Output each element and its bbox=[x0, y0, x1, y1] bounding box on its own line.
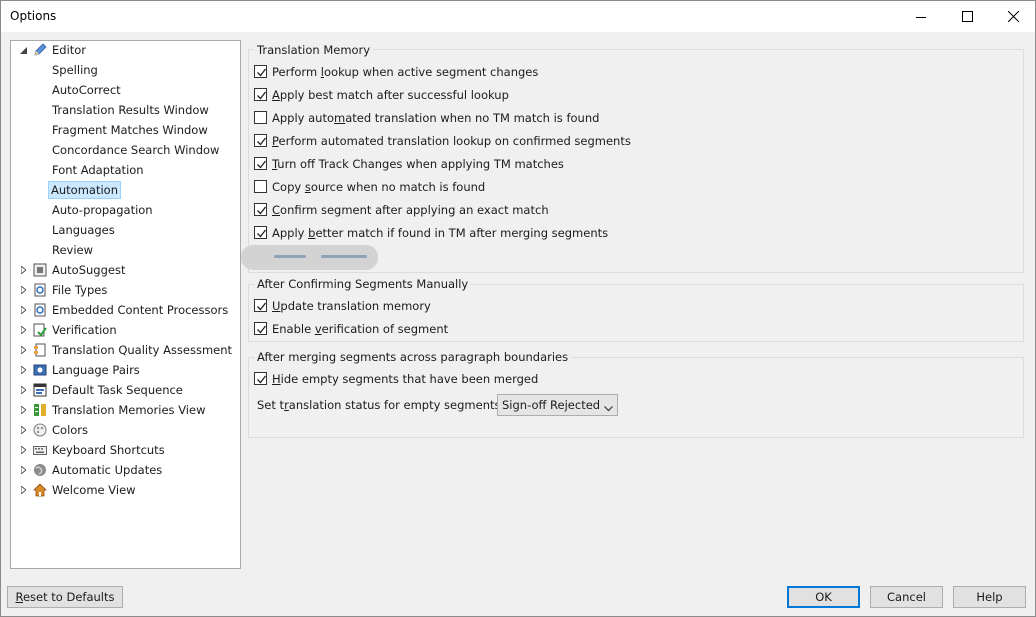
tree-label-editor: Editor bbox=[52, 43, 87, 57]
tree-node-keyboard-shortcuts[interactable]: Keyboard Shortcuts bbox=[11, 441, 240, 459]
reset-to-defaults-button[interactable]: Reset to Defaults bbox=[7, 586, 123, 608]
tree-node-embedded-content-processors[interactable]: Embedded Content Processors bbox=[11, 301, 240, 319]
minimize-icon bbox=[916, 16, 926, 18]
home-icon bbox=[33, 483, 47, 497]
close-icon bbox=[1007, 11, 1019, 22]
close-button[interactable] bbox=[990, 1, 1036, 32]
collapsed-arrow-icon[interactable] bbox=[19, 361, 27, 379]
tree-item-review[interactable]: Review bbox=[50, 241, 95, 259]
checkbox-unchecked[interactable] bbox=[254, 111, 267, 124]
redacted-blur bbox=[241, 245, 378, 270]
checkbox-checked[interactable] bbox=[254, 226, 267, 239]
tree-node-welcome-view[interactable]: Welcome View bbox=[11, 481, 240, 499]
verification-icon bbox=[33, 323, 47, 337]
checkbox-checked[interactable] bbox=[254, 203, 267, 216]
tree-node-default-task-sequence[interactable]: Default Task Sequence bbox=[11, 381, 240, 399]
collapsed-arrow-icon[interactable] bbox=[19, 421, 27, 439]
autosuggest-icon bbox=[33, 263, 47, 277]
tree-node-automatic-updates[interactable]: Automatic Updates bbox=[11, 461, 240, 479]
checkbox-checked[interactable] bbox=[254, 157, 267, 170]
collapsed-arrow-icon[interactable] bbox=[19, 321, 27, 339]
cancel-button[interactable]: Cancel bbox=[870, 586, 943, 608]
tree-node-autosuggest[interactable]: AutoSuggest bbox=[11, 261, 240, 279]
expanded-arrow-icon[interactable] bbox=[19, 41, 27, 59]
after-merging-title: After merging segments across paragraph … bbox=[254, 350, 572, 364]
checkbox-checked[interactable] bbox=[254, 88, 267, 101]
options-tree[interactable]: Editor Spelling AutoCorrect Translation … bbox=[10, 40, 241, 569]
status-select[interactable]: Sign-off Rejected bbox=[497, 394, 618, 416]
minimize-button[interactable] bbox=[898, 1, 944, 32]
tree-item-spelling[interactable]: Spelling bbox=[50, 61, 100, 79]
checkbox-checked[interactable] bbox=[254, 372, 267, 385]
palette-icon bbox=[33, 423, 47, 437]
tree-node-language-pairs[interactable]: Language Pairs bbox=[11, 361, 240, 379]
keyboard-icon bbox=[33, 443, 47, 457]
tree-node-editor[interactable]: Editor bbox=[11, 41, 240, 59]
collapsed-arrow-icon[interactable] bbox=[19, 281, 27, 299]
collapsed-arrow-icon[interactable] bbox=[19, 341, 27, 359]
tree-node-translation-quality-assessment[interactable]: Translation Quality Assessment bbox=[11, 341, 240, 359]
tree-node-verification[interactable]: Verification bbox=[11, 321, 240, 339]
collapsed-arrow-icon[interactable] bbox=[19, 381, 27, 399]
checkbox-checked[interactable] bbox=[254, 134, 267, 147]
language-pairs-icon bbox=[33, 363, 47, 377]
checkbox-checked[interactable] bbox=[254, 322, 267, 335]
checkbox-unchecked[interactable] bbox=[254, 180, 267, 193]
ok-button[interactable]: OK bbox=[787, 586, 860, 608]
embedded-content-icon bbox=[33, 303, 47, 317]
options-dialog: Options Editor Spelling AutoCorrect Tran… bbox=[0, 0, 1036, 617]
window-title: Options bbox=[10, 9, 57, 23]
collapsed-arrow-icon[interactable] bbox=[19, 401, 27, 419]
collapsed-arrow-icon[interactable] bbox=[19, 301, 27, 319]
tree-item-font-adaptation[interactable]: Font Adaptation bbox=[50, 161, 146, 179]
translation-memories-icon bbox=[33, 403, 47, 417]
quality-assessment-icon bbox=[33, 343, 47, 357]
title-bar: Options bbox=[1, 1, 1035, 32]
translation-memory-title: Translation Memory bbox=[254, 43, 374, 57]
checkbox-checked[interactable] bbox=[254, 299, 267, 312]
file-types-icon bbox=[33, 283, 47, 297]
tree-node-translation-memories-view[interactable]: Translation Memories View bbox=[11, 401, 240, 419]
tree-node-file-types[interactable]: File Types bbox=[11, 281, 240, 299]
pencil-icon bbox=[33, 43, 47, 57]
chevron-down-icon bbox=[604, 401, 613, 415]
maximize-icon bbox=[961, 11, 973, 22]
collapsed-arrow-icon[interactable] bbox=[19, 441, 27, 459]
globe-icon bbox=[33, 463, 47, 477]
status-label: Set translation status for empty segment… bbox=[257, 398, 520, 412]
status-select-value: Sign-off Rejected bbox=[502, 398, 601, 412]
tree-item-autocorrect[interactable]: AutoCorrect bbox=[50, 81, 123, 99]
collapsed-arrow-icon[interactable] bbox=[19, 481, 27, 499]
tree-item-languages[interactable]: Languages bbox=[50, 221, 117, 239]
tree-item-fragment-matches-window[interactable]: Fragment Matches Window bbox=[50, 121, 210, 139]
help-button[interactable]: Help bbox=[953, 586, 1026, 608]
tree-item-concordance-search-window[interactable]: Concordance Search Window bbox=[50, 141, 221, 159]
maximize-button[interactable] bbox=[944, 1, 990, 32]
task-sequence-icon bbox=[33, 383, 47, 397]
tree-item-auto-propagation[interactable]: Auto-propagation bbox=[50, 201, 155, 219]
tree-item-automation[interactable]: Automation bbox=[48, 181, 121, 199]
after-confirming-title: After Confirming Segments Manually bbox=[254, 277, 472, 291]
collapsed-arrow-icon[interactable] bbox=[19, 261, 27, 279]
checkbox-checked[interactable] bbox=[254, 65, 267, 78]
collapsed-arrow-icon[interactable] bbox=[19, 461, 27, 479]
tree-item-translation-results-window[interactable]: Translation Results Window bbox=[50, 101, 211, 119]
tree-node-colors[interactable]: Colors bbox=[11, 421, 240, 439]
